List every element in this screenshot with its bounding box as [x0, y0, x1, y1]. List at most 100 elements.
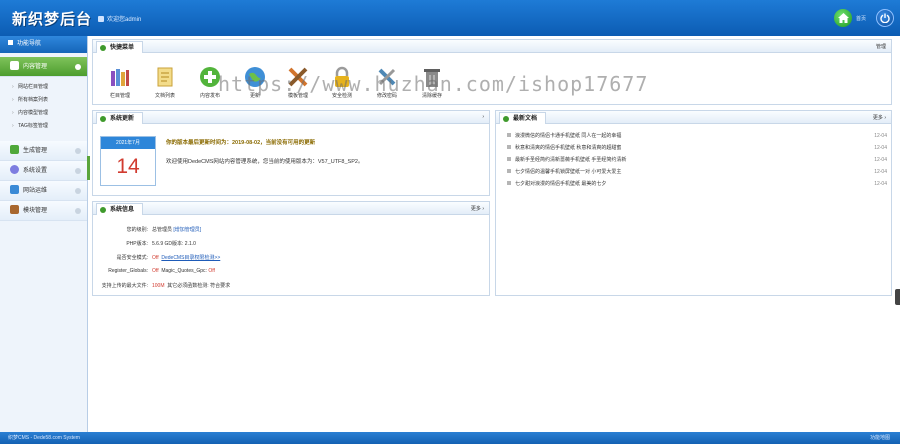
quick-item-label: 文档列表 [154, 93, 175, 99]
list-item[interactable]: 最新手圣经简约清新蔷薇手机壁纸 手圣经简约清新 12-04 [507, 154, 887, 166]
info-value: 100M [152, 283, 165, 289]
chevron-icon [75, 208, 81, 214]
bullet-icon [507, 157, 511, 161]
sidebar-sub-column[interactable]: 网站栏目管理 [0, 81, 87, 94]
logout-button[interactable] [876, 9, 894, 27]
info-value: Off [208, 268, 215, 274]
info-row-safemode: 是否安全模式: Off DedeCMS目录权限检测>> [86, 254, 221, 261]
sitemap-link[interactable]: 功能地图 [870, 432, 890, 444]
info-key: 支持上传的最大文件: [101, 283, 148, 289]
sidebar-item-content[interactable]: 内容管理 [0, 57, 87, 77]
expand-arrow[interactable]: › [482, 114, 484, 120]
chevron-icon [75, 188, 81, 194]
info-row-php: PHP版本: 5.6.9 GD版本: 2.1.0 [86, 240, 196, 247]
panel-title: 快捷菜单 [96, 41, 144, 53]
sidebar-item-label: 内容管理 [23, 64, 48, 70]
welcome-text: 欢迎您admin [98, 14, 141, 23]
footer-left: 织梦CMS - Dede58.com System [8, 435, 80, 441]
more-link[interactable]: 更多 › [471, 205, 484, 212]
info-row-globals: Register_Globals: Off Magic_Quotes_Gpc: O… [86, 268, 215, 274]
sidebar-item-modules[interactable]: 模块管理 [0, 201, 87, 221]
welcome-label: 欢迎您admin [107, 17, 142, 23]
bullet-icon [507, 169, 511, 173]
sidebar-item-generate[interactable]: 生成管理 [0, 141, 87, 161]
menu-icon [8, 40, 13, 45]
sidebar-sub-model[interactable]: 内容模型管理 [0, 107, 87, 120]
more-label: 更多 [872, 115, 883, 121]
more-link[interactable]: 更多 › [873, 114, 886, 121]
info-key: 您的级别: [126, 227, 148, 233]
gear-icon [10, 165, 19, 174]
news-date: 12-04 [874, 145, 887, 151]
sidebar-title-label: 功能导航 [17, 41, 42, 47]
sidebar-item-label: 生成管理 [23, 148, 48, 154]
info-value: 5.6.9 GD版本: 2.1.0 [152, 241, 196, 247]
top-header: 新织梦后台 欢迎您admin 首页 [0, 0, 900, 36]
chevron-icon [75, 64, 81, 70]
update-status: 你的版本最后更新时间为：2019-08-02，当前没有可用的更新 [166, 140, 316, 146]
chevron-icon [75, 168, 81, 174]
sidebar-resize-handle[interactable] [87, 156, 90, 180]
home-label[interactable]: 首页 [856, 15, 866, 22]
info-value: Off [152, 255, 159, 261]
panel-header: 快捷菜单 管理 [93, 40, 891, 53]
sidebar-item-label: 网站运维 [23, 188, 48, 194]
sidebar-item-ops[interactable]: 网站运维 [0, 181, 87, 201]
news-date: 12-04 [874, 181, 887, 187]
permission-check-link[interactable]: DedeCMS目录权限检测>> [161, 255, 220, 261]
quick-item-label: 栏目管理 [109, 93, 130, 99]
news-title[interactable]: 浪漫微信的情侣卡通手机壁纸 同人在一起的幸福 [515, 133, 621, 139]
panel-title: 最新文档 [499, 112, 547, 124]
panel-title: 系统信息 [96, 203, 144, 215]
watermark: https://www.huzhan.com/ishop17677 [218, 72, 649, 96]
home-icon [837, 13, 849, 23]
news-title[interactable]: 七夕甜对浪漫的情侣手机壁纸 最美的七夕 [515, 181, 606, 187]
info-row-upload: 支持上传的最大文件: 100M 其它必须函数检测: 符合要求 [86, 282, 230, 289]
sidebar-item-settings[interactable]: 系统设置 [0, 161, 87, 181]
info-value: Off [152, 268, 159, 274]
tree-icon [10, 145, 19, 154]
quick-item-columns[interactable]: 栏目管理 [105, 66, 135, 99]
list-item[interactable]: 七夕甜对浪漫的情侣手机壁纸 最美的七夕 12-04 [507, 178, 887, 190]
info-value: 总管理员 [152, 227, 173, 233]
monitor-icon [10, 185, 19, 194]
panel-header: 最新文档 更多 › [496, 111, 891, 124]
sidebar-sub-archives[interactable]: 所有档案列表 [0, 94, 87, 107]
sidebar-title: 功能导航 [0, 36, 87, 53]
news-title[interactable]: 最新手圣经简约清新蔷薇手机壁纸 手圣经简约清新 [515, 157, 626, 163]
list-item[interactable]: 七夕情侣的温馨手机锁屏壁纸一对 小可爱大爱主 12-04 [507, 166, 887, 178]
manage-link[interactable]: 管理 [876, 43, 886, 50]
more-label: 更多 [470, 206, 481, 212]
panel-title: 系统更新 [96, 112, 144, 124]
news-title[interactable]: 七夕情侣的温馨手机锁屏壁纸一对 小可爱大爱主 [515, 169, 621, 175]
user-icon [98, 16, 104, 22]
panel-header: 系统信息 更多 › [93, 202, 489, 215]
bullet-icon [507, 145, 511, 149]
bullet-icon [507, 133, 511, 137]
info-key: Magic_Quotes_Gpc: [161, 268, 207, 274]
books-icon [109, 66, 131, 88]
news-date: 12-04 [874, 169, 887, 175]
sidebar: 功能导航 内容管理 网站栏目管理 所有档案列表 内容模型管理 TAG标签管理 生… [0, 36, 88, 432]
news-title[interactable]: 秋意和清爽的情侣手机壁纸 秋意和清爽的超甜蜜 [515, 145, 621, 151]
info-value: 其它必须函数检测: 符合要求 [167, 283, 231, 289]
sidebar-item-label: 系统设置 [23, 168, 48, 174]
info-key: PHP版本: [126, 241, 148, 247]
panel-header: 系统更新 › [93, 111, 489, 124]
footer: 织梦CMS - Dede58.com System 功能地图 [0, 432, 900, 444]
side-scroll-tab[interactable] [895, 289, 900, 305]
module-icon [10, 205, 19, 214]
info-row-level: 您的级别: 总管理员 [增加管理员] [86, 226, 202, 233]
quick-item-doclist[interactable]: 文档列表 [150, 66, 180, 99]
news-date: 12-04 [874, 133, 887, 139]
calendar-widget: 2021年7月 14 [100, 136, 156, 186]
add-admin-link[interactable]: [增加管理员] [173, 227, 201, 233]
logo: 新织梦后台 [12, 10, 93, 28]
info-key: Register_Globals: [108, 268, 148, 274]
list-item[interactable]: 浪漫微信的情侣卡通手机壁纸 同人在一起的幸福 12-04 [507, 130, 887, 142]
power-icon [880, 13, 890, 23]
sidebar-sub-tag[interactable]: TAG标签管理 [0, 120, 87, 133]
home-button[interactable] [834, 9, 852, 27]
sidebar-item-label: 模块管理 [23, 208, 48, 214]
list-item[interactable]: 秋意和清爽的情侣手机壁纸 秋意和清爽的超甜蜜 12-04 [507, 142, 887, 154]
